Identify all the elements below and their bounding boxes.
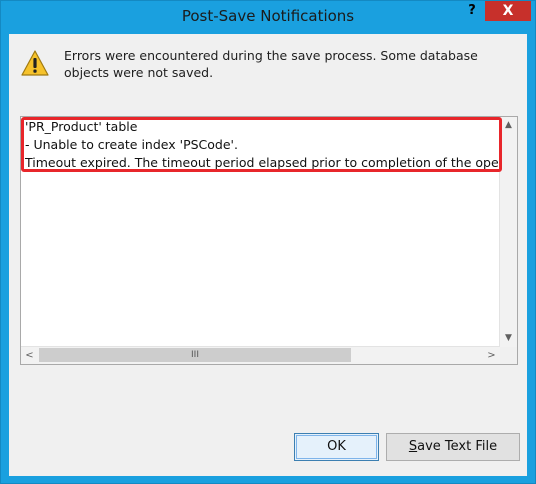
- save-text-file-label: Save Text File: [409, 439, 497, 454]
- scroll-down-icon[interactable]: ▼: [500, 330, 517, 347]
- scroll-right-icon[interactable]: >: [483, 347, 500, 364]
- horizontal-scroll-thumb[interactable]: III: [39, 348, 351, 362]
- post-save-dialog: Post-Save Notifications ? X Errors were …: [0, 0, 536, 484]
- scroll-up-icon[interactable]: ▲: [500, 117, 517, 134]
- highlight-box: [21, 117, 502, 172]
- ok-button[interactable]: OK: [294, 433, 379, 461]
- save-text-file-button[interactable]: Save Text File: [386, 433, 520, 461]
- scroll-left-icon[interactable]: <: [21, 347, 38, 364]
- help-button[interactable]: ?: [459, 1, 485, 21]
- scroll-corner: [500, 347, 517, 364]
- save-text-file-label-rest: ave Text File: [417, 439, 498, 454]
- save-text-file-mnemonic: S: [408, 439, 418, 454]
- dialog-title: Post-Save Notifications: [181, 7, 355, 25]
- error-message: Errors were encountered during the save …: [64, 48, 478, 80]
- dialog-body: Errors were encountered during the save …: [9, 34, 527, 476]
- ok-button-label: OK: [327, 439, 346, 454]
- horizontal-scrollbar[interactable]: < III >: [21, 346, 500, 364]
- grip-icon: III: [191, 350, 199, 360]
- warning-icon: [21, 50, 49, 76]
- close-button[interactable]: X: [485, 1, 531, 21]
- title-bar[interactable]: Post-Save Notifications ? X: [1, 1, 535, 34]
